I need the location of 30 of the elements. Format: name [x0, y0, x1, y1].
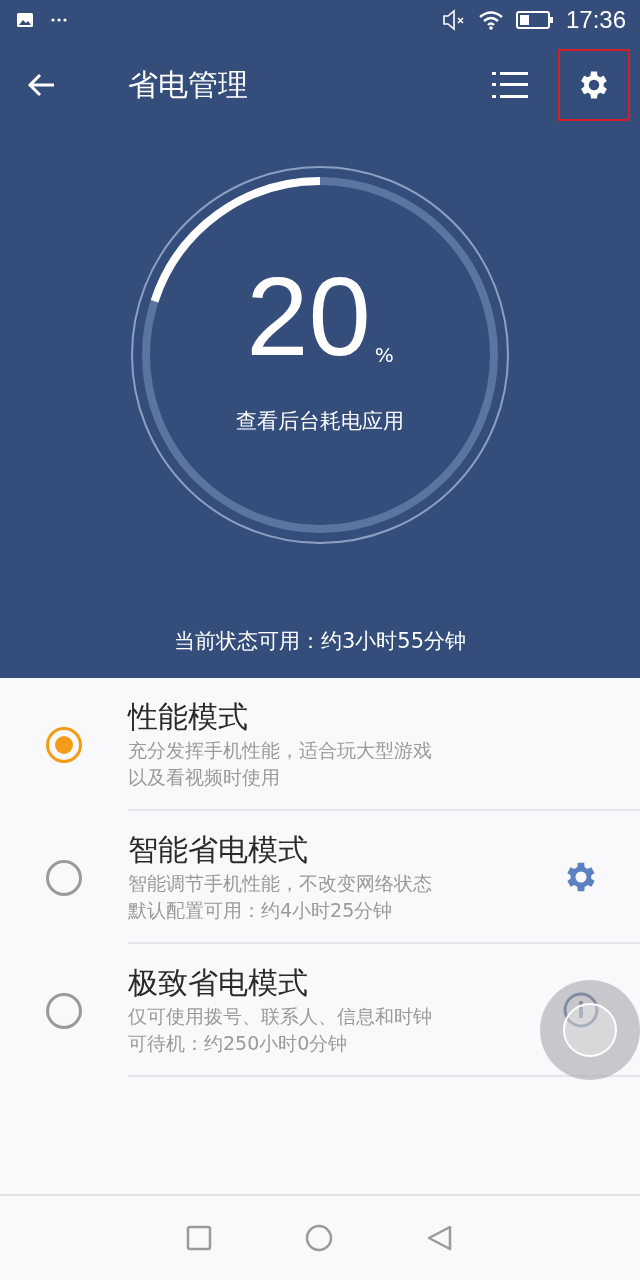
- mode-title[interactable]: 性能模式: [128, 696, 600, 737]
- mode-description: 智能调节手机性能，不改变网络状态: [128, 870, 433, 896]
- background-apps-link[interactable]: 查看后台耗电应用: [236, 407, 404, 435]
- back-arrow-icon[interactable]: [26, 72, 56, 98]
- mode-description: 充分发挥手机性能，适合玩大型游戏: [128, 737, 433, 763]
- mode-title[interactable]: 智能省电模式: [128, 829, 562, 870]
- wifi-icon: [477, 10, 504, 30]
- picture-notification-icon: [16, 12, 34, 28]
- available-time-text: 当前状态可用：约3小时55分钟: [173, 628, 467, 655]
- more-notifications-icon: [50, 17, 68, 23]
- mode-description: 仅可使用拨号、联系人、信息和时钟: [128, 1003, 433, 1029]
- home-icon[interactable]: [304, 1223, 334, 1253]
- recent-apps-icon[interactable]: [186, 1225, 212, 1251]
- mode-description: 以及看视频时使用: [128, 764, 281, 790]
- menu-icon[interactable]: [492, 70, 528, 100]
- info-icon[interactable]: [562, 990, 600, 1029]
- mode-title[interactable]: 极致省电模式: [128, 962, 562, 1003]
- mode-description: 可待机：约250小时0分钟: [128, 1030, 349, 1056]
- page-title: 省电管理: [128, 65, 248, 104]
- radio-button[interactable]: [46, 726, 82, 763]
- back-icon[interactable]: [426, 1224, 454, 1252]
- radio-button[interactable]: [46, 859, 82, 896]
- status-time: 17:36: [565, 6, 626, 34]
- radio-button[interactable]: [46, 992, 82, 1029]
- settings-button[interactable]: [558, 49, 630, 121]
- battery-icon: [515, 11, 554, 29]
- battery-percentage: 20: [246, 261, 371, 373]
- mute-icon: [441, 9, 466, 31]
- percent-sign: %: [374, 343, 394, 367]
- mode-description: 默认配置可用：约4小时25分钟: [128, 897, 394, 923]
